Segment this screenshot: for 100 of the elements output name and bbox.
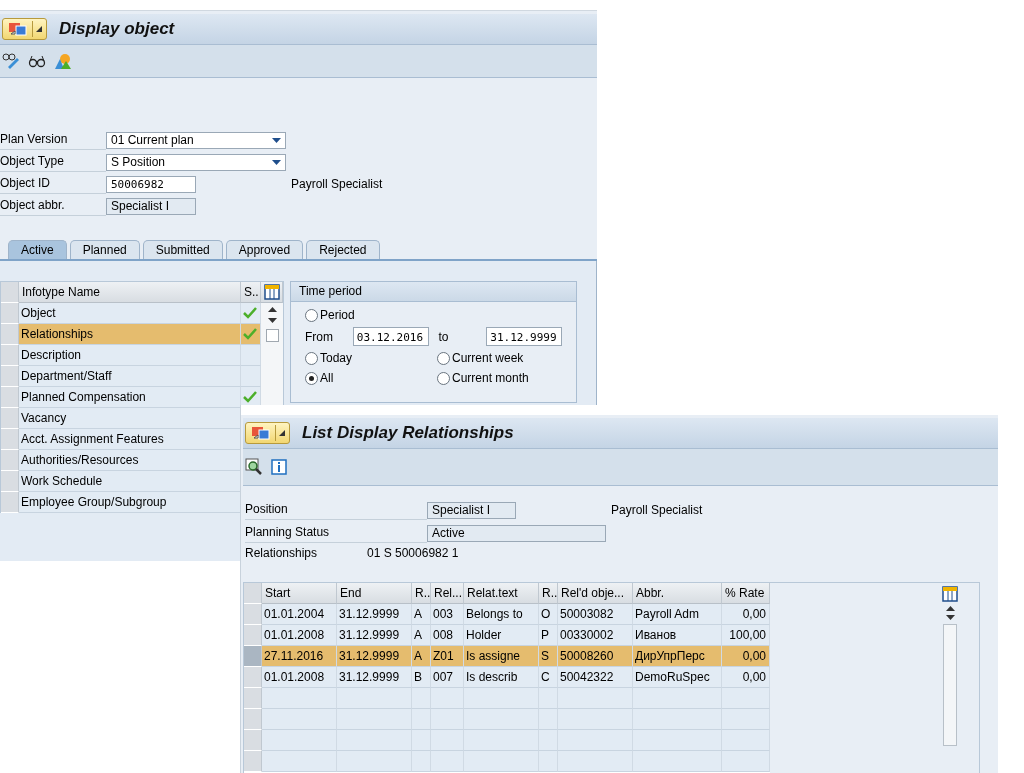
- column-header[interactable]: R..: [539, 583, 558, 604]
- row-selector[interactable]: [244, 604, 262, 625]
- row-selector[interactable]: [1, 471, 19, 492]
- table-cell: [412, 709, 431, 730]
- infotype-name[interactable]: Acct. Assignment Features: [19, 429, 241, 450]
- tab[interactable]: Planned: [69, 240, 140, 259]
- infotype-name[interactable]: Object: [19, 303, 241, 324]
- row-selector[interactable]: [1, 366, 19, 387]
- landscape-icon[interactable]: [54, 53, 72, 69]
- table-cell: 003: [431, 604, 464, 625]
- column-header[interactable]: Relat.text: [464, 583, 539, 604]
- infotype-name[interactable]: Vacancy: [19, 408, 241, 429]
- input-field[interactable]: 50006982: [106, 175, 196, 193]
- check-icon: [243, 307, 257, 319]
- row-selector[interactable]: [244, 751, 262, 772]
- menu-button[interactable]: [245, 422, 290, 444]
- columns-icon[interactable]: [942, 586, 958, 602]
- scroll-down-icon[interactable]: [267, 318, 277, 323]
- table-cell: 50003082: [558, 604, 633, 625]
- field-label: Relationships: [245, 546, 319, 560]
- row-selector[interactable]: [244, 625, 262, 646]
- infotype-name[interactable]: Department/Staff: [19, 366, 241, 387]
- column-header[interactable]: S..: [241, 282, 261, 303]
- select-all-button[interactable]: [1, 282, 19, 303]
- row-selector[interactable]: [244, 646, 262, 667]
- info-icon[interactable]: [271, 459, 287, 475]
- input-field[interactable]: Active: [427, 524, 606, 542]
- table-cell: A: [412, 646, 431, 667]
- table-cell: Payroll Adm: [633, 604, 722, 625]
- row-selector[interactable]: [1, 450, 19, 471]
- column-header[interactable]: End: [337, 583, 412, 604]
- dropdown-arrow-icon: [272, 159, 281, 165]
- table-cell: [431, 730, 464, 751]
- tab[interactable]: Submitted: [142, 240, 223, 259]
- row-selector[interactable]: [1, 345, 19, 366]
- field-label: Position: [245, 500, 427, 520]
- tab[interactable]: Rejected: [306, 240, 380, 259]
- tab[interactable]: Active: [8, 240, 67, 259]
- table-cell: [722, 709, 770, 730]
- column-header[interactable]: Rel...: [431, 583, 464, 604]
- table-cell: P: [539, 625, 558, 646]
- date-field[interactable]: 31.12.9999: [486, 327, 562, 346]
- row-selector[interactable]: [1, 387, 19, 408]
- infotype-name[interactable]: Authorities/Resources: [19, 450, 241, 471]
- scroll-down-icon[interactable]: [945, 615, 955, 620]
- input-field[interactable]: Specialist I: [106, 197, 196, 215]
- table-cell: 27.11.2016: [262, 646, 337, 667]
- field-label: Planning Status: [245, 523, 427, 543]
- radio-option[interactable]: Current month: [437, 368, 567, 388]
- table-cell: C: [539, 667, 558, 688]
- column-header[interactable]: % Rate: [722, 583, 770, 604]
- table-cell: [539, 688, 558, 709]
- field-description: Payroll Specialist: [290, 177, 383, 191]
- row-selector[interactable]: [1, 303, 19, 324]
- table-cell: A: [412, 625, 431, 646]
- input-field[interactable]: Specialist I: [427, 501, 516, 519]
- scrollbar-thumb[interactable]: [265, 329, 279, 342]
- radio-option[interactable]: Period: [305, 305, 562, 325]
- row-selector[interactable]: [1, 429, 19, 450]
- radio-option[interactable]: All: [305, 368, 437, 388]
- infotype-name[interactable]: Employee Group/Subgroup: [19, 492, 241, 513]
- row-selector[interactable]: [1, 408, 19, 429]
- row-selector[interactable]: [244, 667, 262, 688]
- select-all-button[interactable]: [244, 583, 262, 604]
- radio-option[interactable]: Today: [305, 348, 437, 368]
- column-header[interactable]: R..: [412, 583, 431, 604]
- scrollbar-thumb[interactable]: [943, 624, 957, 746]
- table-cell: Is assigne: [464, 646, 539, 667]
- dropdown[interactable]: S Position: [106, 153, 286, 171]
- infotype-name[interactable]: Relationships: [19, 324, 241, 345]
- glasses-icon[interactable]: [28, 54, 46, 68]
- row-selector[interactable]: [244, 730, 262, 751]
- table-cell: 01.01.2008: [262, 625, 337, 646]
- magnifier-icon[interactable]: [245, 458, 263, 476]
- row-selector[interactable]: [244, 688, 262, 709]
- infotype-name[interactable]: Planned Compensation: [19, 387, 241, 408]
- scroll-up-icon[interactable]: [945, 606, 955, 611]
- date-field[interactable]: 03.12.2016: [352, 327, 429, 346]
- pencil-glasses-icon[interactable]: [2, 53, 20, 69]
- radio-option[interactable]: Current week: [437, 348, 567, 368]
- menu-button[interactable]: [2, 18, 47, 40]
- column-header[interactable]: Infotype Name: [19, 282, 241, 303]
- table-cell: [412, 688, 431, 709]
- tab[interactable]: Approved: [225, 240, 304, 259]
- column-header[interactable]: Start: [262, 583, 337, 604]
- row-selector[interactable]: [1, 492, 19, 513]
- table-cell: 31.12.9999: [337, 646, 412, 667]
- row-selector[interactable]: [1, 324, 19, 345]
- columns-icon[interactable]: [263, 284, 280, 300]
- column-header[interactable]: Abbr.: [633, 583, 722, 604]
- infotype-name[interactable]: Description: [19, 345, 241, 366]
- dropdown[interactable]: 01 Current plan: [106, 131, 286, 149]
- caret-icon: [36, 26, 42, 32]
- row-selector[interactable]: [244, 709, 262, 730]
- infotype-name[interactable]: Work Schedule: [19, 471, 241, 492]
- table-cell: [722, 688, 770, 709]
- table-cell: 50008260: [558, 646, 633, 667]
- column-header[interactable]: Rel'd obje...: [558, 583, 633, 604]
- scroll-up-icon[interactable]: [267, 307, 277, 312]
- menu-icon: [7, 21, 29, 37]
